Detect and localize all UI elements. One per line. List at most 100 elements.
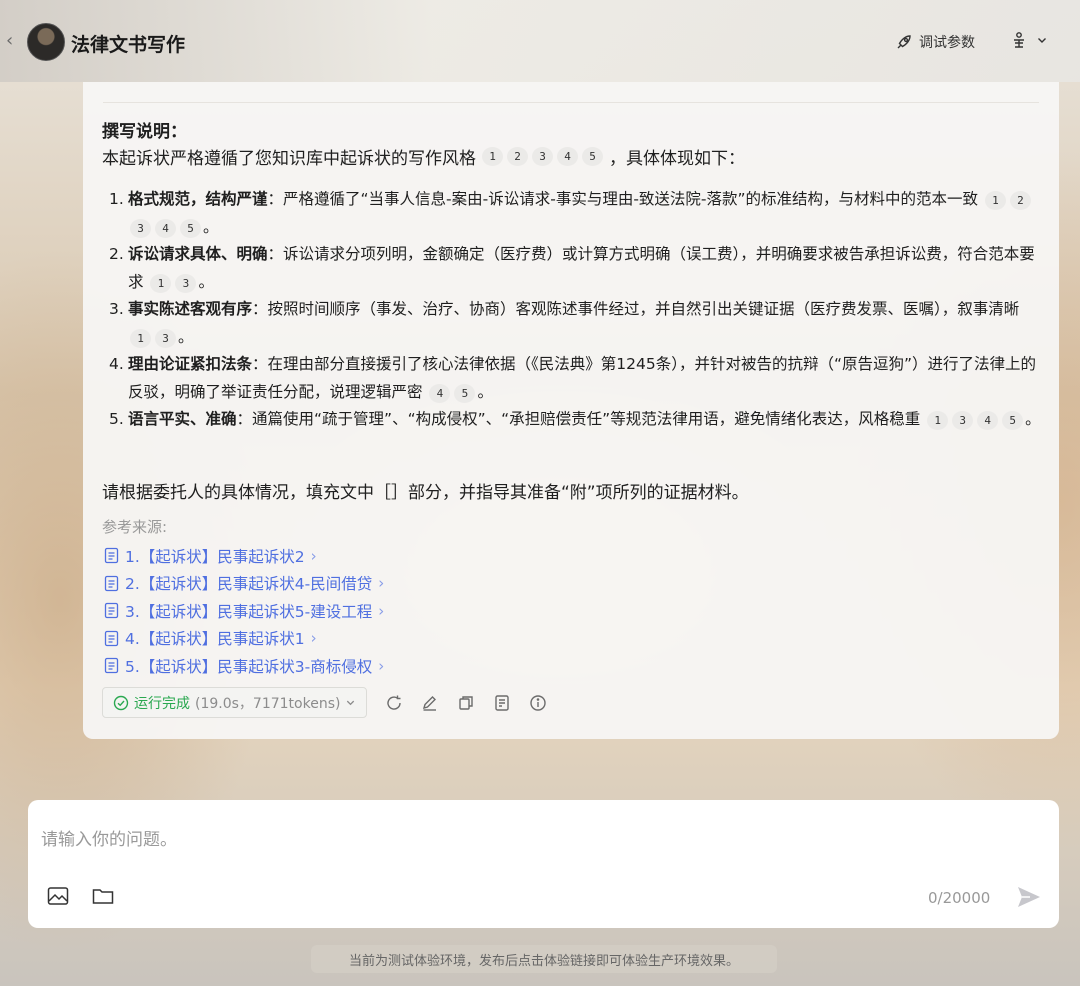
citation-badge[interactable]: 4 <box>977 411 999 431</box>
list-item: 1. 格式规范，结构严谨：严格遵循了“当事人信息-案由-诉讼请求-事实与理由-致… <box>109 186 1041 241</box>
divider <box>103 102 1039 103</box>
list-item: 3. 事实陈述客观有序：按照时间顺序（事发、治疗、协商）客观陈述事件经过，并自然… <box>109 296 1041 351</box>
edit-icon[interactable] <box>421 694 439 712</box>
citation-badge[interactable]: 4 <box>557 147 578 166</box>
chevron-down-icon <box>1038 38 1046 43</box>
send-icon[interactable] <box>1016 884 1042 914</box>
reference-list: 1.【起诉状】民事起诉状2 › 2.【起诉状】民事起诉状4-民间借贷 › 3.【… <box>104 542 384 680</box>
image-upload-icon[interactable] <box>47 886 69 910</box>
reference-label: 2.【起诉状】民事起诉状4-民间借贷 <box>125 575 373 594</box>
list-item-title: 语言平实、准确 <box>128 410 237 428</box>
citation-badge[interactable]: 3 <box>532 147 553 166</box>
citation-badge[interactable]: 3 <box>952 411 974 431</box>
list-item-end: 。 <box>203 217 219 236</box>
citation-badge[interactable]: 1 <box>130 328 151 348</box>
reference-label: 5.【起诉状】民事起诉状3-商标侵权 <box>125 657 373 676</box>
reference-label: 4.【起诉状】民事起诉状1 <box>125 630 305 649</box>
list-item: 5. 语言平实、准确：通篇使用“疏于管理”、“构成侵权”、“承担赔偿责任”等规范… <box>109 406 1041 434</box>
list-item-text: ：按照时间顺序（事发、治疗、协商）客观陈述事件经过，并自然引出关键证据（医疗费发… <box>252 300 1020 318</box>
intro-suffix: ，具体体现如下： <box>609 149 745 169</box>
tune-params-button[interactable]: 调试参数 <box>895 32 975 52</box>
citation-badge[interactable]: 5 <box>454 383 476 403</box>
citation-badge[interactable]: 1 <box>482 147 503 166</box>
list-item-text: ：在理由部分直接援引了核心法律依据（《民法典》第1245条），并针对被告的抗辩（… <box>128 355 1037 401</box>
info-icon[interactable] <box>529 694 547 712</box>
chevron-down-icon <box>347 700 355 706</box>
top-bar: ‹ 法律文书写作 调试参数 <box>0 0 1080 82</box>
tune-params-label: 调试参数 <box>919 35 975 51</box>
run-status-dropdown[interactable]: 运行完成 (19.0s，7171tokens) <box>102 687 368 718</box>
folder-icon[interactable] <box>92 886 114 910</box>
citation-badge[interactable]: 5 <box>180 218 201 238</box>
list-item-title: 事实陈述客观有序 <box>128 300 253 318</box>
message-intro: 本起诉状严格遵循了您知识库中起诉状的写作风格 1 2 3 4 5 ，具体体现如下… <box>102 144 745 169</box>
citation-badge[interactable]: 4 <box>429 383 451 403</box>
list-number: 5. <box>109 410 124 428</box>
list-item-title: 诉讼请求具体、明确 <box>128 245 268 263</box>
reference-link[interactable]: 1.【起诉状】民事起诉状2 › <box>104 542 384 570</box>
chevron-right-icon: › <box>378 601 385 620</box>
citation-badge[interactable]: 1 <box>984 191 1006 211</box>
message-heading: 撰写说明： <box>102 122 187 142</box>
citation-badge[interactable]: 3 <box>175 273 197 293</box>
reference-label: 1.【起诉状】民事起诉状2 <box>125 547 305 566</box>
list-number: 3. <box>109 300 124 318</box>
intro-citations: 1 2 3 4 5 <box>480 147 605 166</box>
citation-badge[interactable]: 4 <box>155 218 176 238</box>
document-icon <box>104 630 119 646</box>
list-item: 2. 诉讼请求具体、明确：诉讼请求分项列明，金额确定（医疗费）或计算方式明确（误… <box>109 241 1041 296</box>
explanation-list: 1. 格式规范，结构严谨：严格遵循了“当事人信息-案由-诉讼请求-事实与理由-致… <box>109 186 1041 434</box>
closing-text: 请根据委托人的具体情况，填充文中［］部分，并指导其准备“附”项所列的证据材料。 <box>102 483 749 503</box>
chat-input-box[interactable]: 请输入你的问题。 0/20000 <box>28 800 1059 928</box>
reference-title: 参考来源: <box>102 518 168 536</box>
page-title: 法律文书写作 <box>71 34 186 56</box>
char-counter: 0/20000 <box>928 889 991 907</box>
list-item-title: 格式规范，结构严谨 <box>128 190 268 208</box>
citation-badge[interactable]: 2 <box>1009 191 1031 211</box>
rocket-icon <box>897 35 911 49</box>
citation-badge[interactable]: 5 <box>1002 411 1024 431</box>
document-icon <box>104 603 119 619</box>
reference-label: 3.【起诉状】民事起诉状5-建设工程 <box>125 602 373 621</box>
citation-badge[interactable]: 3 <box>155 328 176 348</box>
document-icon <box>104 575 119 591</box>
citation-badge[interactable]: 1 <box>927 411 949 431</box>
list-item-end: 。 <box>477 382 493 401</box>
user-settings-icon <box>1014 32 1024 48</box>
list-item-end: 。 <box>178 327 194 346</box>
chevron-right-icon: › <box>310 546 317 565</box>
chevron-right-icon: › <box>378 574 385 593</box>
environment-notice: 当前为测试体验环境，发布后点击体验链接即可体验生产环境效果。 <box>311 945 777 973</box>
check-circle-icon <box>113 695 129 710</box>
list-item-text: ：通篇使用“疏于管理”、“构成侵权”、“承担赔偿责任”等规范法律用语，避免情绪化… <box>236 410 921 428</box>
message-toolbar: 运行完成 (19.0s，7171tokens) <box>102 687 547 718</box>
notes-icon[interactable] <box>493 694 511 712</box>
reference-link[interactable]: 3.【起诉状】民事起诉状5-建设工程 › <box>104 597 384 625</box>
chat-input-placeholder[interactable]: 请输入你的问题。 <box>41 825 177 850</box>
list-number: 1. <box>109 190 124 208</box>
list-number: 2. <box>109 245 124 263</box>
intro-prefix: 本起诉状严格遵循了您知识库中起诉状的写作风格 <box>102 149 476 169</box>
copy-icon[interactable] <box>457 694 475 712</box>
run-status-label: 运行完成 <box>134 695 190 712</box>
list-item-end: 。 <box>1025 410 1041 428</box>
user-menu-button[interactable] <box>1010 31 1048 49</box>
list-number: 4. <box>109 355 124 373</box>
avatar <box>27 23 65 61</box>
chevron-right-icon: › <box>310 629 317 648</box>
reference-link[interactable]: 2.【起诉状】民事起诉状4-民间借贷 › <box>104 570 384 598</box>
list-item-end: 。 <box>198 272 214 291</box>
chevron-left-icon[interactable]: ‹ <box>6 30 13 51</box>
reference-link[interactable]: 4.【起诉状】民事起诉状1 › <box>104 625 384 653</box>
regenerate-icon[interactable] <box>385 694 403 712</box>
citation-badge[interactable]: 5 <box>582 147 603 166</box>
reference-link[interactable]: 5.【起诉状】民事起诉状3-商标侵权 › <box>104 652 384 680</box>
citation-badge[interactable]: 1 <box>150 273 172 293</box>
citation-badge[interactable]: 3 <box>130 218 151 238</box>
assistant-message-card: 撰写说明： 本起诉状严格遵循了您知识库中起诉状的写作风格 1 2 3 4 5 ，… <box>83 82 1059 739</box>
citation-badge[interactable]: 2 <box>507 147 528 166</box>
list-item-text: ：严格遵循了“当事人信息-案由-诉讼请求-事实与理由-致送法院-落款”的标准结构… <box>267 190 979 208</box>
chevron-right-icon: › <box>378 656 385 675</box>
run-status-meta: (19.0s，7171tokens) <box>195 695 341 712</box>
list-item-title: 理由论证紧扣法条 <box>128 355 253 373</box>
